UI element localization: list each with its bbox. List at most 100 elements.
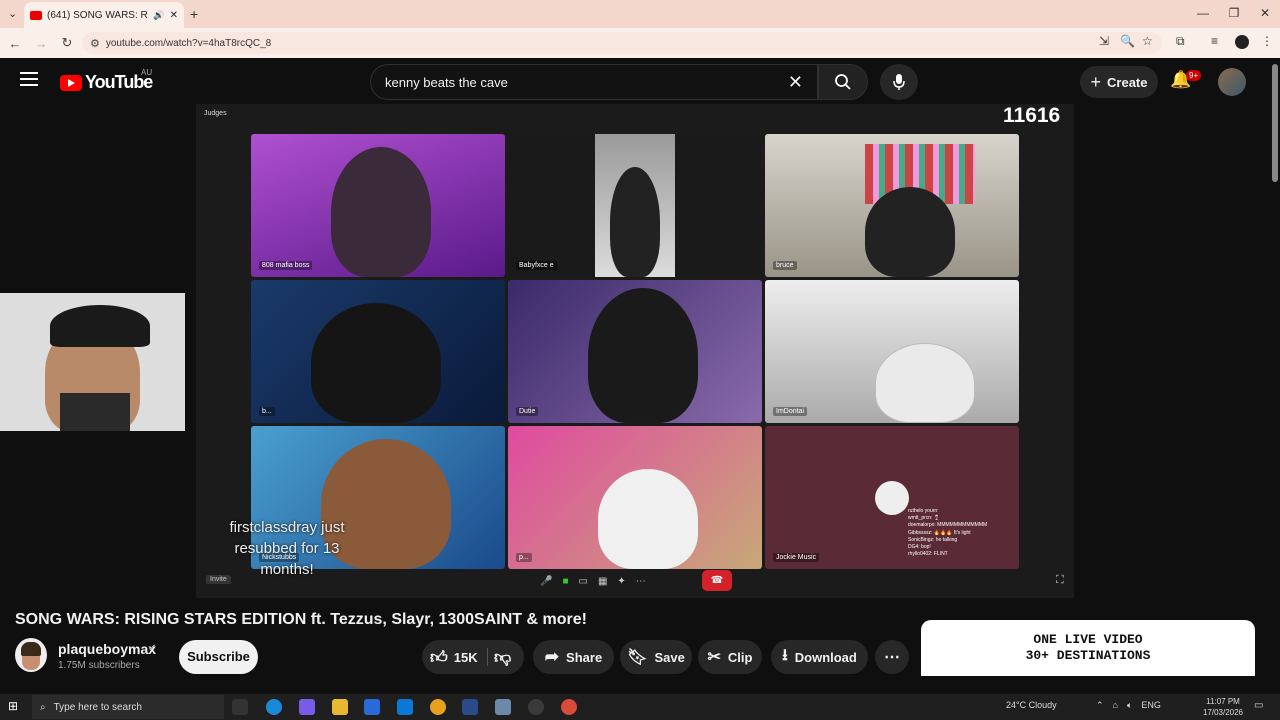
tray-chevron-icon[interactable]: ⌃ [1096, 700, 1104, 711]
participant-tile: Babyfxce e [508, 134, 762, 277]
volume-icon[interactable]: 🔈︎ [1127, 700, 1132, 711]
download-button[interactable]: ⭳ Download [771, 640, 868, 674]
taskbar-clock[interactable]: 11:07 PM 17/03/2026 [1201, 696, 1245, 718]
tab-list-chevron-icon[interactable]: ⌄ [8, 7, 17, 20]
taskbar-search-placeholder: Type here to search [53, 701, 142, 713]
end-call-icon[interactable]: ☎ [702, 570, 732, 591]
like-button[interactable]: 👍︎ 15K [428, 647, 478, 668]
participant-tile: p... [508, 426, 762, 569]
dislike-button[interactable]: 👎︎ [494, 647, 511, 668]
chat-line: SonicBingz: he talking [908, 536, 958, 543]
channel-avatar[interactable] [15, 638, 47, 672]
notification-center-icon[interactable]: ▭ [1254, 700, 1263, 711]
extensions-icon[interactable]: ⧉ [1176, 34, 1185, 49]
task-view-icon[interactable] [232, 699, 248, 715]
account-avatar[interactable] [1218, 68, 1246, 96]
participant-name: Jockie Music [773, 553, 820, 562]
ad-banner[interactable]: ONE LIVE VIDEO 30+ DESTINATIONS [921, 620, 1255, 676]
bookmark-icon: 🔖︎ [627, 649, 648, 666]
chat-line: Gibbssssz: 🔥🔥🔥 It's light [908, 529, 971, 536]
effects-icon[interactable]: ✦ [617, 576, 625, 587]
copilot-icon[interactable] [299, 699, 315, 715]
site-info-icon[interactable]: ⚙ [90, 37, 100, 50]
obs-icon[interactable] [528, 699, 544, 715]
bookmark-star-icon[interactable]: ☆ [1142, 34, 1153, 48]
restore-icon[interactable]: ❐ [1219, 6, 1249, 20]
media-controls-icon[interactable]: ≡ [1211, 34, 1218, 48]
create-label: Create [1107, 74, 1148, 90]
invite-button[interactable]: Invite [206, 575, 231, 584]
forward-icon[interactable]: → [30, 36, 52, 51]
clip-button[interactable]: ✂ Clip [698, 640, 762, 674]
more-actions-button[interactable]: ⋯ [875, 640, 909, 674]
mic-muted-icon[interactable]: 🎤 [540, 576, 552, 587]
participant-name: bruce [773, 261, 797, 270]
voice-search-button[interactable] [880, 64, 918, 100]
screen-share-icon[interactable]: ▭ [579, 576, 588, 587]
save-button[interactable]: 🔖︎ Save [620, 640, 692, 674]
profile-icon[interactable] [1235, 35, 1249, 49]
chrome-icon[interactable] [430, 699, 446, 715]
ad-line-1: ONE LIVE VIDEO [1033, 632, 1143, 647]
camera-icon[interactable]: ■ [562, 576, 568, 587]
chat-line: wmtt_prcn: 🍷 [908, 515, 941, 522]
zoom-icon[interactable]: 🔍 [1120, 34, 1135, 48]
windows-start-icon[interactable]: ⊞ [8, 699, 18, 713]
participant-tile: b... [251, 280, 505, 423]
youtube-play-icon [60, 74, 82, 91]
new-tab-icon[interactable]: + [190, 6, 198, 22]
hamburger-menu-icon[interactable] [20, 72, 38, 86]
create-button[interactable]: + Create [1080, 66, 1158, 98]
like-count: 15K [453, 649, 478, 665]
app-icon[interactable] [462, 699, 478, 715]
participant-name: Babyfxce e [516, 261, 557, 270]
back-icon[interactable]: ← [4, 36, 26, 51]
app-icon-2[interactable] [495, 699, 511, 715]
minimize-icon[interactable]: — [1188, 6, 1218, 20]
weather-widget[interactable]: 24°C Cloudy [1006, 700, 1057, 710]
chat-line: doemalorpo: MMMMMMMMMMMM [908, 522, 988, 529]
subscribe-button[interactable]: Subscribe [179, 640, 258, 674]
store-icon[interactable] [364, 699, 380, 715]
taskbar-search[interactable]: ⌕ Type here to search [32, 695, 224, 719]
download-label: Download [794, 649, 857, 665]
verified-icon: ✔ [148, 643, 157, 654]
file-explorer-icon[interactable] [332, 699, 348, 715]
browser-menu-icon[interactable]: ⋮ [1261, 34, 1273, 48]
scrollbar-thumb[interactable] [1272, 64, 1278, 182]
browser-tab[interactable]: (641) SONG WARS: RISING 🔊 ✕ [24, 2, 184, 28]
channel-name[interactable]: plaqueboymax [58, 641, 156, 657]
lang-indicator[interactable]: ENG [1141, 700, 1161, 711]
tab-close-icon[interactable]: ✕ [170, 10, 178, 21]
youtube-favicon-icon [30, 10, 42, 20]
subscriber-count: 1.75M subscribers [58, 660, 140, 671]
audio-icon[interactable]: 🔊 [153, 10, 164, 21]
notification-badge: 9+ [1186, 70, 1202, 81]
youtube-logo[interactable]: YouTube [60, 72, 153, 93]
download-icon: ⭳ [782, 646, 788, 664]
browser-toolbar: ← → ↻ ⚙ youtube.com/watch?v=4haT8rcQC_8 [0, 28, 1280, 58]
window-close-icon[interactable]: ✕ [1250, 6, 1280, 20]
share-button[interactable]: ➦ Share [533, 640, 614, 674]
participant-tile: bruce [765, 134, 1019, 277]
edge-icon[interactable] [266, 699, 282, 715]
clear-search-icon[interactable]: ✕ [788, 72, 803, 93]
chrome-active-icon[interactable] [561, 699, 577, 715]
plus-icon: + [1090, 71, 1102, 92]
url-text: youtube.com/watch?v=4haT8rcQC_8 [105, 37, 272, 49]
network-icon[interactable]: ⌂ [1113, 700, 1118, 711]
address-bar[interactable]: ⚙ youtube.com/watch?v=4haT8rcQC_8 [82, 32, 1162, 54]
chat-line: DG4: bop! [908, 544, 931, 551]
thumbs-up-icon: 👍︎ [430, 647, 448, 667]
search-button[interactable] [818, 64, 868, 100]
reload-icon[interactable]: ↻ [56, 35, 78, 51]
install-icon[interactable]: ⇲ [1099, 34, 1109, 48]
share-arrow-icon: ➦ [544, 647, 560, 666]
fullscreen-icon[interactable]: ⛶ [1056, 574, 1064, 587]
outlook-icon[interactable] [397, 699, 413, 715]
more-call-options-icon[interactable]: ⋯ [636, 576, 646, 587]
search-input[interactable]: kenny beats the cave ✕ [370, 64, 818, 100]
like-divider [487, 648, 488, 666]
grid-layout-icon[interactable]: ▦ [598, 576, 607, 587]
search-icon [835, 74, 851, 90]
